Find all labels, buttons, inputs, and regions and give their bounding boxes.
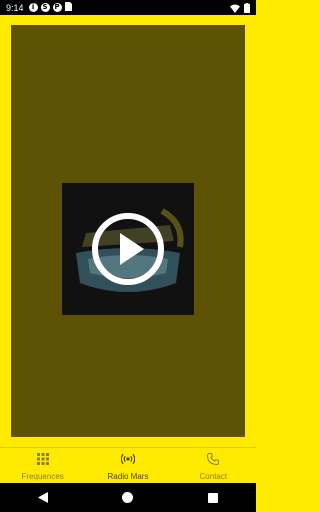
app-root: 9:14 i S P Frequences Radio Mars Contact (0, 0, 256, 512)
player-panel (11, 25, 245, 437)
nav-item-contact[interactable]: Contact (171, 448, 256, 484)
radio-broadcast-icon (120, 452, 136, 470)
s-icon: S (40, 3, 50, 12)
recents-button[interactable] (198, 488, 228, 508)
play-button[interactable] (91, 212, 165, 286)
main-area (0, 15, 256, 447)
status-bar: 9:14 i S P (0, 0, 256, 15)
info-icon: i (28, 3, 38, 12)
status-right-icons (230, 3, 250, 15)
nav-item-radio-mars[interactable]: Radio Mars (85, 448, 170, 484)
back-icon (37, 492, 48, 503)
home-button[interactable] (113, 488, 143, 508)
nav-label-contact: Contact (199, 471, 228, 481)
nav-item-frequences[interactable]: Frequences (0, 448, 85, 484)
notification-icons: i S P (28, 2, 72, 13)
bottom-navigation: Frequences Radio Mars Contact (0, 447, 256, 484)
battery-icon (244, 3, 250, 15)
status-time: 9:14 (6, 2, 24, 13)
phone-icon (207, 452, 220, 470)
grid-icon (36, 452, 49, 470)
recents-icon (208, 492, 219, 503)
nav-label-radio-mars: Radio Mars (107, 471, 149, 481)
nav-label-frequences: Frequences (21, 471, 64, 481)
back-button[interactable] (28, 488, 58, 508)
wifi-icon (230, 4, 240, 15)
station-cover-art (62, 183, 194, 315)
system-navigation-bar (0, 483, 256, 512)
p-icon: P (52, 3, 62, 12)
home-icon (122, 492, 134, 503)
sim-icon (64, 2, 72, 13)
